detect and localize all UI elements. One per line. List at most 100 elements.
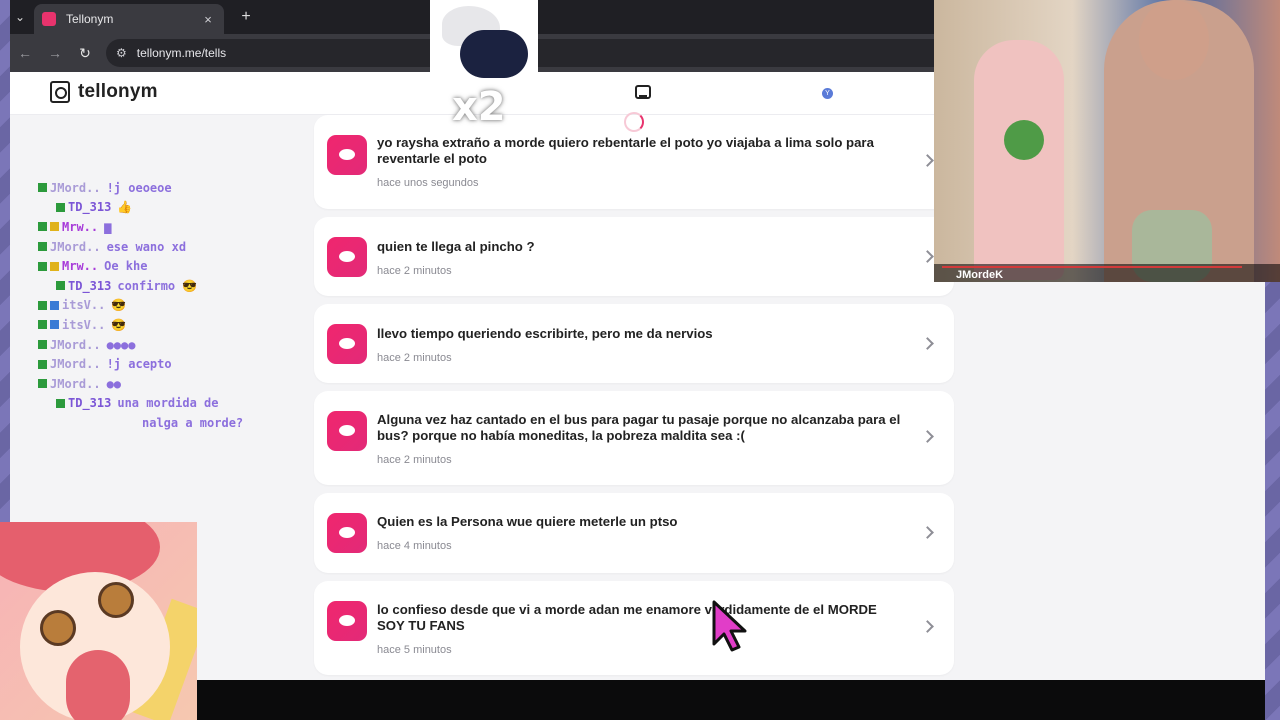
video-progress-fill: [942, 266, 1242, 268]
avatar[interactable]: Y: [822, 88, 833, 99]
tell-text: Alguna vez haz cantado en el bus para pa…: [377, 412, 901, 443]
tell-bubble-icon: [327, 135, 367, 175]
logo-text: tellonym: [78, 81, 158, 102]
tab-tellonym[interactable]: Tellonym ×: [34, 4, 224, 34]
chat-username: JMord..: [50, 357, 101, 372]
chevron-right-icon[interactable]: [921, 154, 934, 167]
tell-time: hace 2 minutos: [377, 454, 452, 466]
chat-message: itsV.. 😎: [38, 315, 298, 335]
chat-message: TD_313 confirmo 😎: [38, 276, 298, 296]
tell-bubble-icon: [327, 237, 367, 277]
chat-message: Mrw.. ▆: [38, 217, 298, 237]
video-progress-bar: JMordeK: [934, 264, 1280, 282]
leaf-shape: [1004, 120, 1044, 160]
tell-time: hace 2 minutos: [377, 265, 452, 277]
chat-text: ese wano xd: [106, 239, 187, 254]
tell-card[interactable]: Quien es la Persona wue quiere meterle u…: [314, 493, 954, 573]
tell-card[interactable]: lo confieso desde que vi a morde adan me…: [314, 581, 954, 675]
reload-button[interactable]: ↻: [70, 45, 100, 62]
kakashi-sticker: x2: [430, 0, 538, 140]
new-tab-button[interactable]: +: [236, 6, 256, 28]
chat-text: ●●: [106, 376, 122, 391]
tell-card[interactable]: quien te llega al pincho ? hace 2 minuto…: [314, 217, 954, 296]
close-icon[interactable]: ×: [200, 12, 216, 27]
chat-username: TD_313: [68, 396, 112, 411]
chat-username: Mrw..: [62, 259, 99, 274]
chat-username: TD_313: [68, 278, 112, 293]
tellonym-logo[interactable]: tellonym: [50, 81, 158, 103]
tab-search-icon[interactable]: ⌄: [10, 6, 30, 28]
chat-username: itsV..: [62, 317, 106, 332]
site-info-icon[interactable]: ⚙: [116, 46, 127, 60]
chat-username: itsV..: [62, 298, 106, 313]
chat-message: JMord.. !j acepto: [38, 354, 298, 374]
chat-text: confirmo 😎: [117, 278, 198, 293]
chat-message: Mrw.. Oe khe: [38, 256, 298, 276]
chat-username: TD_313: [68, 200, 112, 215]
tell-card[interactable]: Alguna vez haz cantado en el bus para pa…: [314, 391, 954, 485]
tell-bubble-icon: [327, 601, 367, 641]
anime-tongue: [66, 650, 130, 720]
tell-time: hace 2 minutos: [377, 352, 452, 364]
chat-message: nalga a morde?: [38, 413, 298, 433]
chat-username: JMord..: [50, 337, 101, 352]
chat-message: TD_313 👍: [38, 198, 298, 218]
anime-character-figure: [974, 40, 1064, 280]
streamer-head: [1139, 0, 1209, 80]
chat-username: Mrw..: [62, 219, 99, 234]
chat-text: una mordida de: [117, 396, 219, 411]
chat-username: JMord..: [50, 180, 101, 195]
chat-message: TD_313 una mordida de: [38, 394, 298, 414]
mouse-cursor-icon: [712, 600, 747, 652]
anime-overlay: [0, 522, 197, 720]
chat-text: !j acepto: [106, 357, 172, 372]
chat-text: nalga a morde?: [142, 415, 244, 430]
chevron-right-icon[interactable]: [921, 526, 934, 539]
tell-bubble-icon: [327, 324, 367, 364]
tell-bubble-icon: [327, 411, 367, 451]
tellonym-favicon-icon: [42, 12, 56, 26]
chat-message: JMord.. ese wano xd: [38, 237, 298, 257]
tell-text: quien te llega al pincho ?: [377, 239, 535, 254]
forward-button[interactable]: →: [40, 45, 70, 61]
chat-username: JMord..: [50, 239, 101, 254]
tell-time: hace 5 minutos: [377, 644, 452, 656]
url-text[interactable]: tellonym.me/tells: [137, 46, 226, 60]
back-button[interactable]: ←: [10, 45, 40, 61]
tell-text: lo confieso desde que vi a morde adan me…: [377, 602, 877, 633]
chevron-right-icon[interactable]: [921, 250, 934, 263]
chat-text: 👍: [117, 200, 133, 215]
chat-message: JMord.. ●●●●: [38, 335, 298, 355]
stream-chat-overlay: JMord.. !j oeoeoe TD_313 👍 Mrw.. ▆ JMord.. e…: [38, 178, 298, 433]
tell-text: Quien es la Persona wue quiere meterle u…: [377, 514, 678, 529]
chat-message: JMord.. ●●: [38, 374, 298, 394]
tell-time: hace unos segundos: [377, 177, 479, 189]
tellonym-logo-icon: [50, 81, 70, 103]
tell-text: llevo tiempo queriendo escribirte, pero …: [377, 326, 713, 341]
channel-name: JMordeK: [956, 269, 1004, 281]
chevron-right-icon[interactable]: [921, 620, 934, 633]
chevron-right-icon[interactable]: [921, 430, 934, 443]
chat-text: ●●●●: [106, 337, 136, 352]
chat-message: itsV.. 😎: [38, 296, 298, 316]
chat-text: Oe khe: [104, 259, 148, 274]
chat-text: 😎: [111, 317, 127, 332]
tab-title: Tellonym: [66, 12, 114, 26]
anime-eye: [40, 610, 76, 646]
sticker-body: [460, 30, 528, 78]
tell-bubble-icon: [327, 513, 367, 553]
bottom-bar: [197, 680, 1265, 720]
chat-username: JMord..: [50, 376, 101, 391]
chat-text: ▆: [104, 219, 112, 234]
tell-time: hace 4 minutos: [377, 540, 452, 552]
address-bar[interactable]: ⚙ tellonym.me/tells: [106, 39, 1006, 67]
webcam-overlay: JMordeK: [934, 0, 1280, 282]
anime-eye: [98, 582, 134, 618]
inbox-icon[interactable]: [635, 85, 651, 99]
loading-spinner-icon: [624, 112, 644, 132]
tell-card[interactable]: llevo tiempo queriendo escribirte, pero …: [314, 304, 954, 383]
chat-text: 😎: [111, 298, 127, 313]
chevron-right-icon[interactable]: [921, 337, 934, 350]
chat-text: !j oeoeoe: [106, 180, 172, 195]
chat-message: JMord.. !j oeoeoe: [38, 178, 298, 198]
